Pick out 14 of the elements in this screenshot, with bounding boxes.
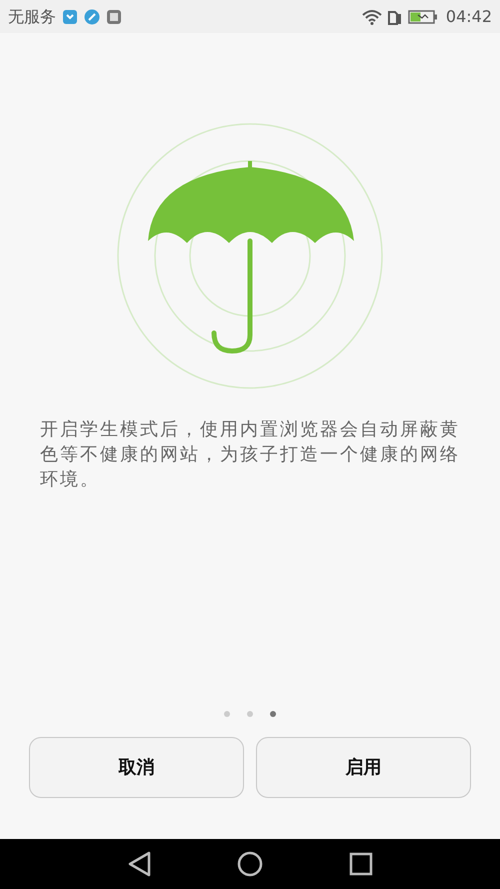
image-icon — [106, 8, 122, 24]
pencil-icon — [84, 8, 100, 24]
back-icon[interactable] — [127, 851, 151, 877]
clock-text: 04:42 — [446, 6, 492, 28]
home-icon[interactable] — [237, 851, 263, 877]
enable-button[interactable]: 启用 — [256, 737, 471, 798]
wifi-icon — [362, 8, 382, 24]
cancel-button[interactable]: 取消 — [29, 737, 244, 798]
recents-icon[interactable] — [349, 852, 373, 876]
carrier-text: 无服务 — [8, 6, 56, 28]
sim-icon — [388, 8, 402, 24]
description-text: 开启学生模式后，使用内置浏览器会自动屏蔽黄色等不健康的网站，为孩子打造一个健康的网络环境。 — [40, 418, 460, 492]
battery-icon — [408, 8, 438, 24]
notification-icon — [62, 8, 78, 24]
